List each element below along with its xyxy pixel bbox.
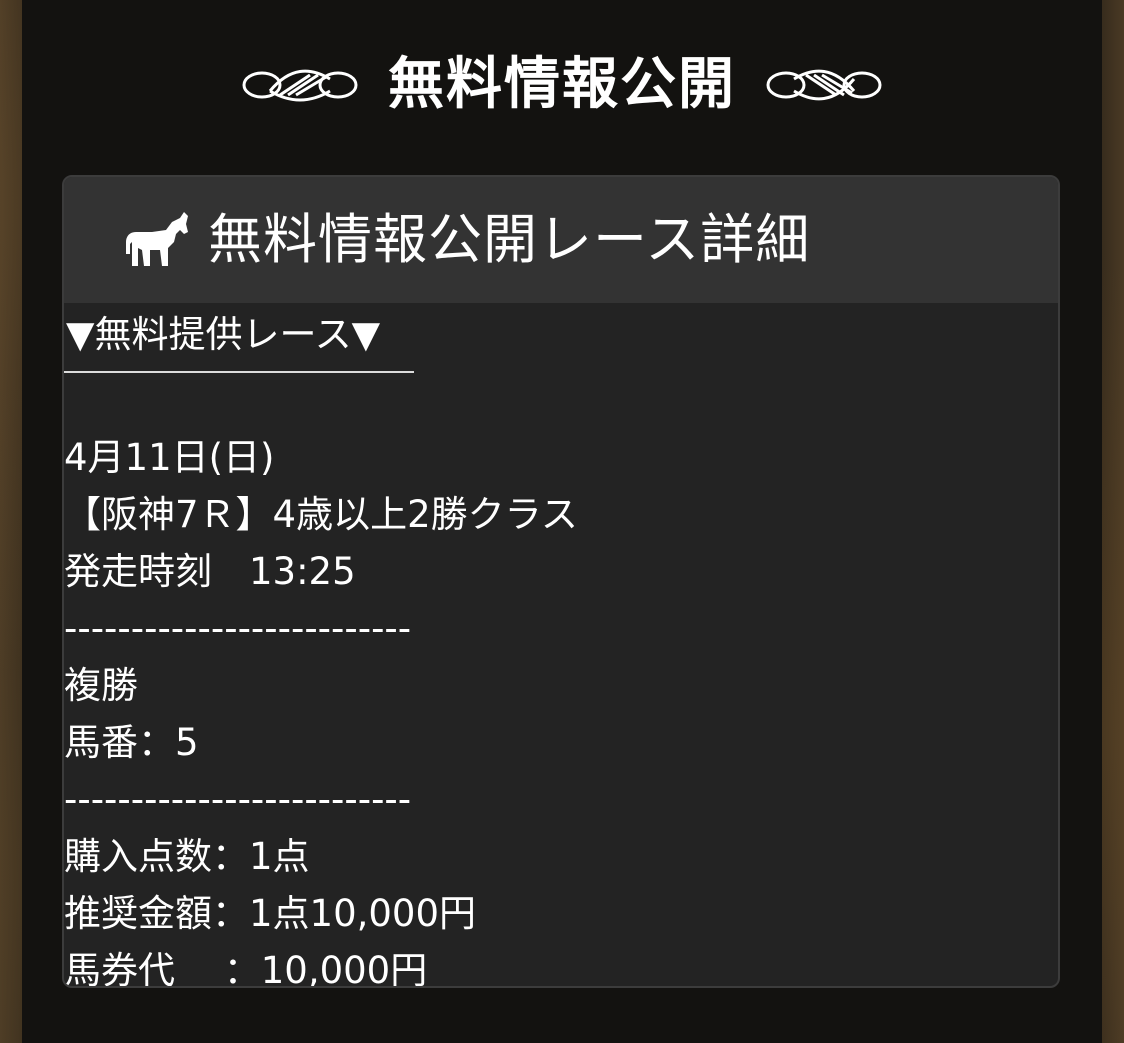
race-detail-card: 無料情報公開レース詳細 ▼無料提供レース▼ 4月11日(日) 【阪神7Ｒ】4歳以… — [62, 175, 1060, 988]
section-heading: ▼無料提供レース▼ — [64, 303, 414, 374]
bet-type: 複勝 — [64, 664, 138, 708]
right-flourish-icon — [766, 69, 882, 101]
race-name: 【阪神7Ｒ】4歳以上2勝クラス — [64, 493, 578, 537]
purchase-count: 購入点数：1点 — [64, 835, 310, 879]
page-header: 無料情報公開 — [22, 40, 1102, 130]
recommended-amount: 推奨金額：1点10,000円 — [64, 892, 477, 936]
card-body: ▼無料提供レース▼ 4月11日(日) 【阪神7Ｒ】4歳以上2勝クラス 発走時刻 … — [64, 303, 1058, 988]
card-header: 無料情報公開レース詳細 — [64, 177, 1058, 303]
horse-number: 馬番：5 — [64, 721, 199, 765]
horse-icon — [126, 212, 188, 266]
separator: -------------------------- — [64, 607, 412, 651]
separator: -------------------------- — [64, 778, 412, 822]
race-date: 4月11日(日) — [64, 436, 275, 480]
card-title: 無料情報公開レース詳細 — [208, 208, 811, 271]
left-flourish-icon — [242, 69, 358, 102]
page-title: 無料情報公開 — [388, 52, 736, 117]
ticket-cost: 馬券代 ：10,000円 — [64, 949, 428, 988]
start-time: 発走時刻 13:25 — [64, 550, 356, 594]
